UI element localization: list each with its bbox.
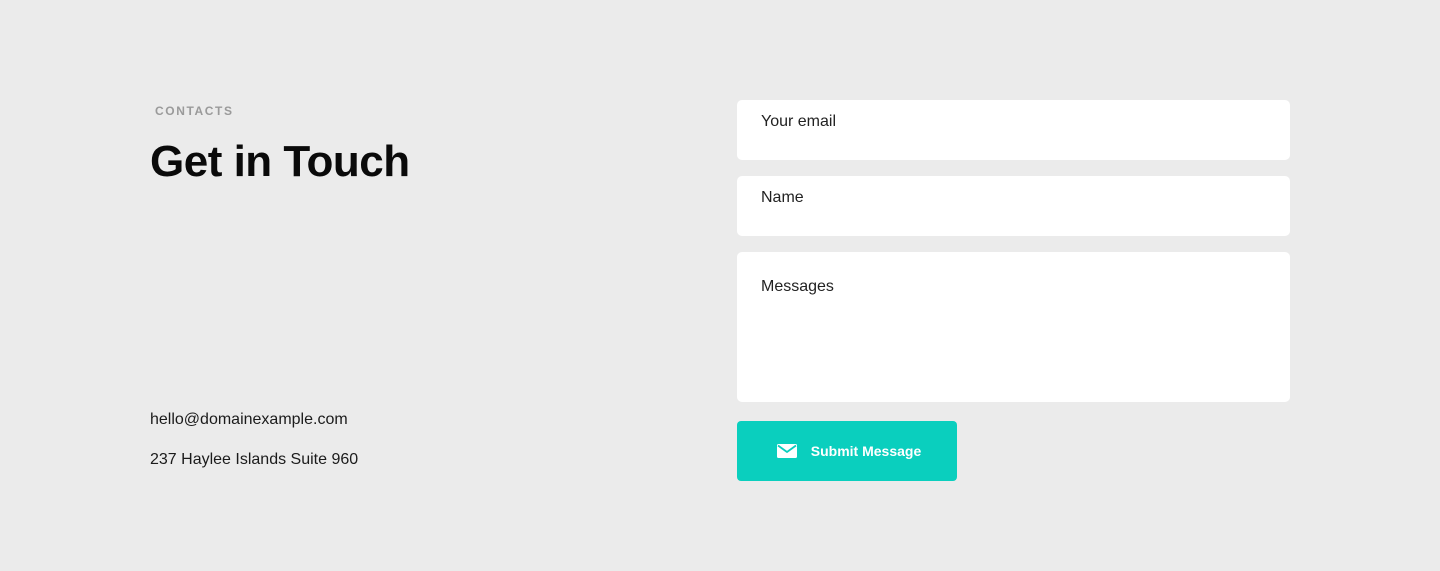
submit-message-button[interactable]: Submit Message bbox=[737, 421, 957, 481]
message-field[interactable] bbox=[761, 277, 1266, 387]
section-eyebrow: CONTACTS bbox=[155, 104, 234, 118]
name-field[interactable] bbox=[761, 188, 1266, 208]
submit-message-label: Submit Message bbox=[810, 443, 922, 459]
email-field[interactable] bbox=[761, 112, 1266, 132]
name-field-container bbox=[737, 176, 1290, 236]
contact-address: 237 Haylee Islands Suite 960 bbox=[150, 451, 359, 468]
message-field-container bbox=[737, 252, 1290, 402]
mail-icon bbox=[776, 444, 797, 458]
contact-email[interactable]: hello@domainexample.com bbox=[150, 410, 348, 430]
email-field-container bbox=[737, 100, 1290, 160]
page-title: Get in Touch bbox=[150, 137, 410, 186]
